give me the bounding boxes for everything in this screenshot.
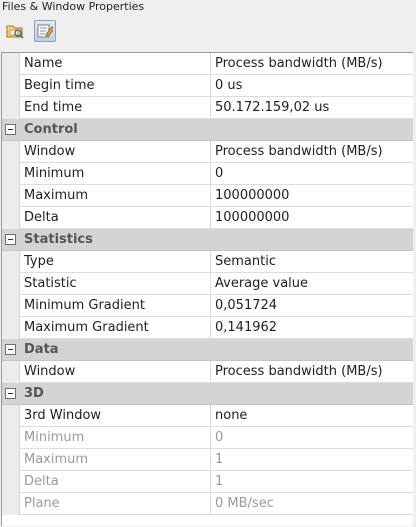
property-label: Delta (24, 474, 59, 489)
property-value: 1 (215, 474, 224, 489)
property-value[interactable]: Semantic (215, 251, 411, 273)
files-button[interactable] (4, 20, 26, 42)
property-row-control-delta[interactable]: Delta 100000000 (2, 207, 413, 229)
property-grid[interactable]: Name Process bandwidth (MB/s) Begin time… (1, 52, 413, 526)
property-label: Maximum (24, 452, 89, 467)
property-row-end-time[interactable]: End time 50.172.159,02 us (2, 97, 413, 119)
property-value[interactable]: Process bandwidth (MB/s) (215, 53, 411, 75)
property-row-control-minimum[interactable]: Minimum 0 (2, 163, 413, 185)
property-label: Type (24, 254, 54, 269)
category-label: Data (24, 342, 59, 357)
property-row-control-window[interactable]: Window Process bandwidth (MB/s) (2, 141, 413, 163)
collapse-icon[interactable] (5, 388, 16, 399)
property-label: 3rd Window (24, 408, 102, 423)
category-statistics[interactable]: Statistics (2, 229, 413, 251)
files-icon (6, 25, 24, 39)
category-label: 3D (24, 386, 44, 401)
property-label: End time (24, 100, 83, 115)
property-row-3d-delta: Delta 1 (2, 471, 413, 493)
category-control[interactable]: Control (2, 119, 413, 141)
property-value[interactable]: Process bandwidth (MB/s) (215, 361, 411, 383)
property-row-3d-minimum: Minimum 0 (2, 427, 413, 449)
property-value[interactable]: 50.172.159,02 us (215, 97, 411, 119)
property-label: Maximum (24, 188, 89, 203)
toolbar (0, 14, 416, 48)
property-row-type[interactable]: Type Semantic (2, 251, 413, 273)
property-label: Maximum Gradient (24, 320, 149, 335)
property-row-data-window[interactable]: Window Process bandwidth (MB/s) (2, 361, 413, 383)
property-row-name[interactable]: Name Process bandwidth (MB/s) (2, 53, 413, 75)
property-row-begin-time[interactable]: Begin time 0 us (2, 75, 413, 97)
collapse-icon[interactable] (5, 344, 16, 355)
property-value[interactable]: none (215, 405, 411, 427)
property-label: Delta (24, 210, 59, 225)
category-label: Statistics (24, 232, 93, 247)
property-row-plane: Plane 0 MB/sec (2, 493, 413, 515)
property-label: Window (24, 144, 76, 159)
property-value[interactable]: 0 us (215, 75, 411, 97)
property-label: Minimum (24, 166, 85, 181)
property-value[interactable]: 0,141962 (215, 317, 411, 339)
property-value[interactable]: 0 (215, 163, 411, 185)
property-row-minimum-gradient[interactable]: Minimum Gradient 0,051724 (2, 295, 413, 317)
property-row-statistic[interactable]: Statistic Average value (2, 273, 413, 295)
category-data[interactable]: Data (2, 339, 413, 361)
property-label: Minimum Gradient (24, 298, 145, 313)
category-label: Control (24, 122, 78, 137)
properties-edit-icon (37, 24, 53, 38)
property-label: Window (24, 364, 76, 379)
property-value[interactable]: 100000000 (215, 185, 411, 207)
property-value: 0 (215, 430, 224, 445)
property-label: Name (24, 56, 63, 71)
property-value[interactable]: Average value (215, 273, 411, 295)
property-row-control-maximum[interactable]: Maximum 100000000 (2, 185, 413, 207)
window-title: Files & Window Properties (2, 0, 145, 13)
property-value[interactable]: Process bandwidth (MB/s) (215, 141, 411, 163)
property-label: Plane (24, 496, 60, 511)
property-row-3rd-window[interactable]: 3rd Window none (2, 405, 413, 427)
property-value[interactable]: 100000000 (215, 207, 411, 229)
property-value: 1 (215, 452, 224, 467)
collapse-icon[interactable] (5, 124, 16, 135)
property-value: 0 MB/sec (215, 496, 274, 511)
property-label: Minimum (24, 430, 85, 445)
category-3d[interactable]: 3D (2, 383, 413, 405)
property-row-maximum-gradient[interactable]: Maximum Gradient 0,141962 (2, 317, 413, 339)
properties-button[interactable] (34, 20, 56, 42)
property-value[interactable]: 0,051724 (215, 295, 411, 317)
property-row-3d-maximum: Maximum 1 (2, 449, 413, 471)
collapse-icon[interactable] (5, 234, 16, 245)
property-label: Statistic (24, 276, 77, 291)
property-label: Begin time (24, 78, 95, 93)
